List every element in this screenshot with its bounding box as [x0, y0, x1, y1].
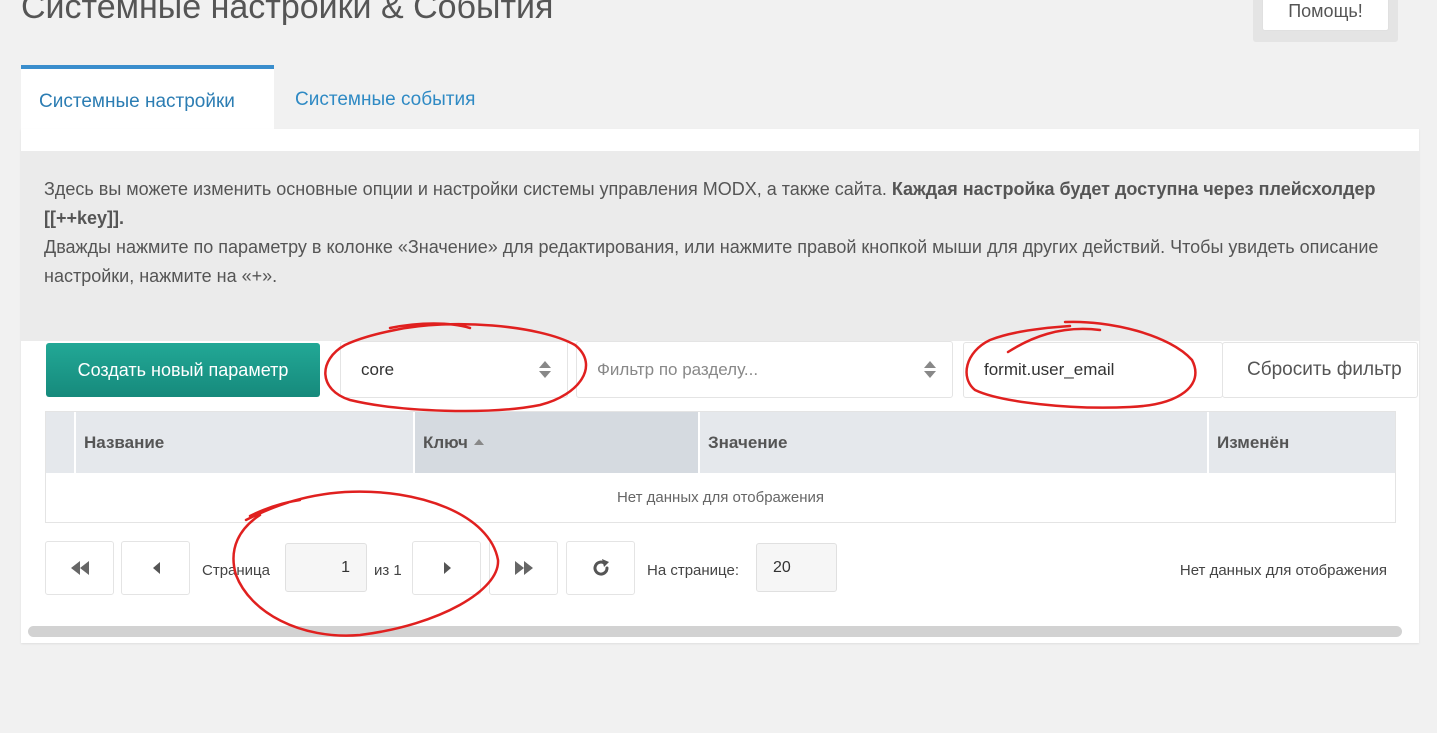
expander-column-header [46, 412, 76, 473]
description-text: Здесь вы можете изменить основные опции … [44, 179, 892, 199]
select-arrows-icon [539, 360, 551, 380]
area-filter-placeholder: Фильтр по разделу... [597, 360, 759, 379]
column-header-name[interactable]: Название [76, 412, 415, 473]
first-page-button[interactable] [45, 541, 114, 595]
refresh-button[interactable] [566, 541, 635, 595]
previous-page-icon [152, 562, 160, 574]
previous-page-button[interactable] [121, 541, 190, 595]
last-page-button[interactable] [489, 541, 558, 595]
description-hint: Дважды нажмите по параметру в колонке «З… [44, 237, 1379, 286]
create-setting-button[interactable]: Создать новый параметр [46, 343, 320, 397]
settings-grid: Название Ключ Значение Изменён Нет данны… [45, 411, 1396, 523]
last-page-icon [514, 561, 533, 575]
help-area: Помощь! [1253, 0, 1398, 42]
pager-status-text: Нет данных для отображения [1179, 562, 1387, 579]
first-page-icon [70, 561, 89, 575]
help-button[interactable]: Помощь! [1262, 0, 1389, 31]
refresh-icon [593, 559, 609, 576]
page-count-label: из 1 [374, 562, 402, 579]
reset-filter-button[interactable]: Сбросить фильтр [1222, 342, 1418, 398]
tab-system-events[interactable]: Системные события [277, 65, 493, 129]
next-page-button[interactable] [412, 541, 481, 595]
column-header-modified[interactable]: Изменён [1209, 412, 1395, 473]
column-header-value[interactable]: Значение [700, 412, 1209, 473]
per-page-label: На странице: [647, 562, 739, 579]
search-input[interactable] [963, 342, 1223, 398]
namespace-filter-value: core [361, 360, 395, 379]
description-box: Здесь вы можете изменить основные опции … [21, 151, 1419, 341]
tab-system-settings[interactable]: Системные настройки [21, 65, 274, 129]
next-page-icon [443, 562, 451, 574]
page-label: Страница [202, 562, 270, 579]
horizontal-scrollbar[interactable] [28, 626, 1402, 637]
sort-ascending-icon [473, 438, 484, 445]
grid-header: Название Ключ Значение Изменён [46, 412, 1395, 473]
select-arrows-icon [924, 360, 936, 380]
per-page-input[interactable] [756, 543, 837, 592]
page-title: Системные настройки & События [21, 0, 554, 26]
column-header-key[interactable]: Ключ [415, 412, 700, 473]
page-number-input[interactable] [285, 543, 367, 592]
grid-empty-text: Нет данных для отображения [616, 489, 825, 506]
namespace-filter-select[interactable]: core [340, 341, 568, 398]
area-filter-select[interactable]: Фильтр по разделу... [576, 341, 953, 398]
